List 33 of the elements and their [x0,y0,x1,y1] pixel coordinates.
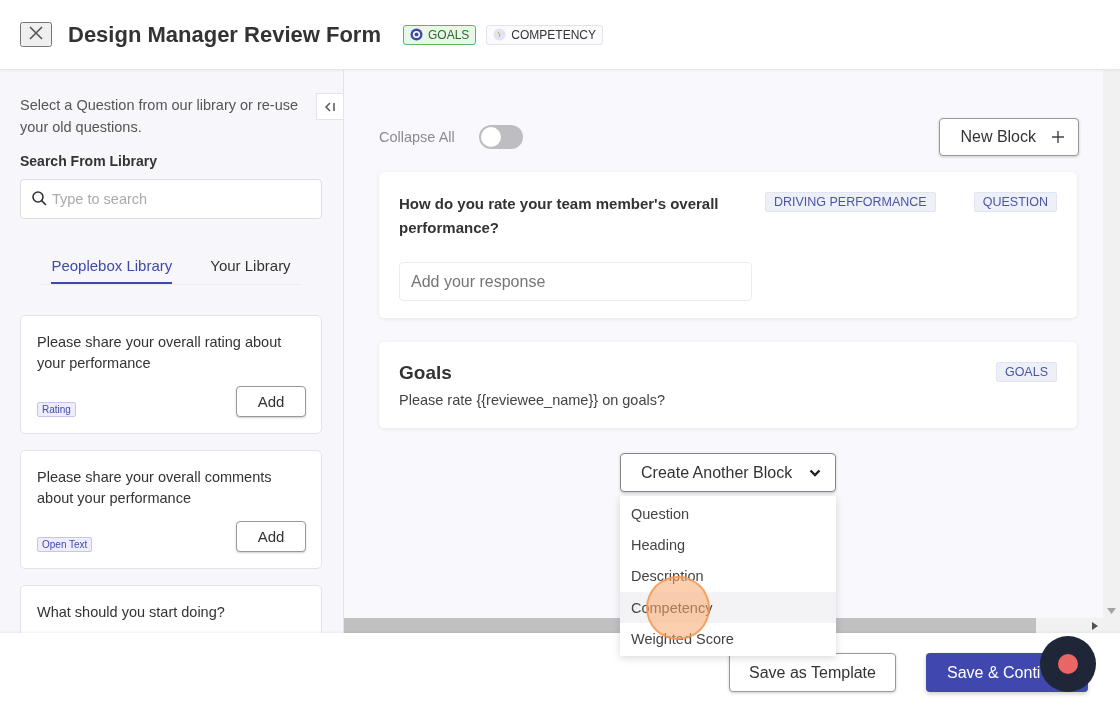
add-button[interactable]: Add [236,386,306,417]
question-card[interactable]: What should you start doing? [20,585,322,633]
section-title: Goals [399,362,452,384]
library-tab[interactable]: Peoplebox Library [51,257,173,284]
search-label: Search From Library [20,153,158,169]
library-tab[interactable]: Your Library [210,257,291,284]
question-text: Please share your overall rating about your performance [37,333,283,373]
new-block-button[interactable]: New Block [939,118,1079,156]
block-tag: QUESTION [973,192,1057,212]
question-card[interactable]: Please share your overall comments about your performance Open Text Add [20,450,322,569]
question-title: How do you rate your team member's overall performance? [399,194,720,238]
search-field[interactable]: Type to search [20,179,322,219]
save-template-button[interactable]: Save as Template [729,653,896,692]
question-card[interactable]: Please share your overall rating about your performance Rating Add [20,315,322,434]
category-tag: COMPETENCY [486,24,604,45]
type-tag: Rating [37,402,76,417]
question-text: Please share your overall comments about your performance [37,468,273,508]
instructions-text: Select a Question from our library or re-use your old questions. [20,96,300,137]
collapse-all-label: Collapse All [379,129,455,145]
section-description: Please rate {{reviewee_name}} on goals? [399,392,667,408]
block-tag: GOALS [995,362,1057,382]
block-tag: DRIVING PERFORMANCE [764,192,936,212]
add-button[interactable]: Add [236,521,306,552]
create-block-dropdown[interactable]: Create Another Block [620,453,836,492]
question-text: What should you start doing? [37,603,226,622]
category-tag: GOALS [403,24,477,45]
type-tag: Open Text [37,537,93,552]
form-title: Design Manager Review Form [68,21,381,48]
menu-option[interactable]: Question [620,498,836,530]
response-field[interactable]: Add your response [399,262,752,301]
menu-option[interactable]: Description [620,560,836,592]
menu-option[interactable]: Heading [620,529,836,561]
menu-option[interactable]: Weighted Score [620,623,836,655]
